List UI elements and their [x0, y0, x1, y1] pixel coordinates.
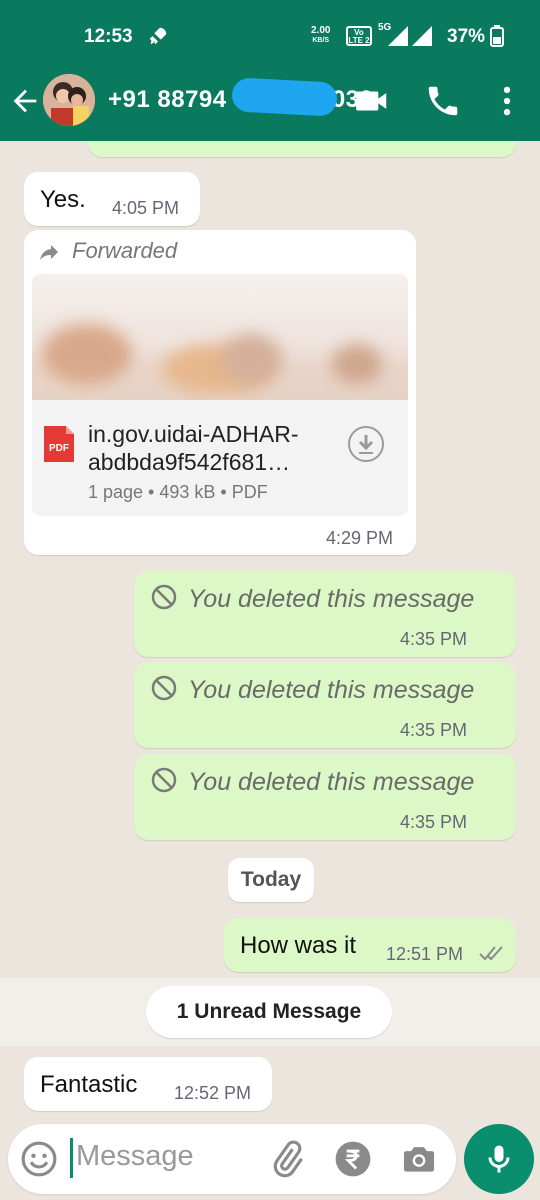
- deleted-message: You deleted this message: [150, 583, 474, 614]
- message-time: 4:35 PM: [400, 720, 468, 740]
- unread-divider: 1 Unread Message: [146, 986, 392, 1038]
- chat-area[interactable]: Yes. 4:05 PM Forwarded PDF in.gov.uidai-…: [0, 141, 540, 1126]
- rocket-icon: [149, 27, 167, 45]
- contact-name-visible: +91 8879: [108, 86, 213, 113]
- avatar-image: [43, 74, 95, 126]
- read-receipt-icon: [479, 946, 503, 961]
- forwarded-label: Forwarded: [72, 238, 178, 263]
- message-time: 4:29 PM: [326, 528, 394, 548]
- pdf-file-icon: PDF: [44, 426, 74, 462]
- deleted-message: You deleted this message: [150, 766, 474, 797]
- pdf-badge-text: PDF: [49, 443, 69, 454]
- network-speed: 2.00 KB/S: [311, 26, 330, 46]
- message-composer[interactable]: Message: [8, 1124, 456, 1194]
- message-bubble-incoming[interactable]: Fantastic 12:52 PM: [24, 1057, 272, 1111]
- deleted-icon: [151, 675, 177, 701]
- redaction-mark: [231, 77, 338, 117]
- message-time: 12:51 PM: [386, 944, 464, 964]
- emoji-icon[interactable]: [20, 1140, 58, 1178]
- deleted-message-text: You deleted this message: [188, 585, 475, 613]
- back-arrow-icon[interactable]: [8, 84, 42, 118]
- contact-avatar[interactable]: [43, 74, 95, 126]
- message-text: Yes.: [40, 186, 86, 213]
- speed-value: 2.00: [311, 25, 331, 36]
- signal-icon: [388, 26, 432, 46]
- chat-header: +91 88794 030: [0, 74, 540, 141]
- document-message-bubble[interactable]: Forwarded PDF in.gov.uidai-ADHAR- abdbda…: [24, 230, 416, 555]
- deleted-message-bubble[interactable]: You deleted this message 4:35 PM: [134, 662, 516, 748]
- document-name: in.gov.uidai-ADHAR- abdbda9f542f681…: [88, 420, 298, 476]
- message-time: 4:35 PM: [400, 629, 468, 649]
- status-time: 12:53: [84, 26, 133, 47]
- message-time: 4:05 PM: [112, 198, 180, 218]
- voice-message-button[interactable]: [464, 1124, 534, 1194]
- status-bar: 12:53 2.00 KB/S Vo LTE 2 5G 37%: [0, 0, 540, 74]
- message-text: How was it: [240, 932, 357, 959]
- deleted-message-text: You deleted this message: [188, 676, 475, 704]
- deleted-icon: [151, 584, 177, 610]
- battery-icon: [490, 25, 504, 47]
- microphone-icon: [488, 1145, 510, 1173]
- message-time: 4:35 PM: [400, 812, 468, 832]
- camera-icon[interactable]: [400, 1140, 438, 1178]
- message-bubble-incoming[interactable]: Yes. 4:05 PM: [24, 172, 200, 226]
- rupee-payment-icon[interactable]: [334, 1140, 372, 1178]
- contact-name-tail: 4: [212, 86, 227, 113]
- deleted-message: You deleted this message: [150, 674, 474, 705]
- speed-unit: KB/S: [312, 37, 330, 44]
- deleted-icon: [151, 767, 177, 793]
- deleted-message-bubble[interactable]: You deleted this message 4:35 PM: [134, 754, 516, 840]
- top-bar: 12:53 2.00 KB/S Vo LTE 2 5G 37% +91 8879…: [0, 0, 540, 141]
- document-name-line2: abdbda9f542f681…: [88, 449, 291, 475]
- more-options-icon[interactable]: [488, 82, 526, 120]
- message-bubble-outgoing[interactable]: How was it 12:51 PM: [224, 918, 516, 972]
- document-info[interactable]: PDF in.gov.uidai-ADHAR- abdbda9f542f681……: [32, 400, 408, 516]
- voice-call-icon[interactable]: [424, 82, 462, 120]
- document-meta: 1 page • 493 kB • PDF: [88, 482, 268, 502]
- video-call-icon[interactable]: [353, 82, 391, 120]
- battery-percent: 37%: [447, 26, 486, 47]
- download-icon[interactable]: [346, 424, 386, 464]
- message-input[interactable]: Message: [76, 1140, 194, 1173]
- deleted-message-bubble[interactable]: You deleted this message 4:35 PM: [134, 571, 516, 657]
- attachment-icon[interactable]: [268, 1140, 306, 1178]
- message-text: Fantastic: [40, 1071, 138, 1098]
- text-caret: [70, 1138, 73, 1178]
- date-divider: Today: [228, 858, 314, 902]
- forward-icon: [40, 245, 58, 260]
- message-bubble-outgoing-partial[interactable]: [88, 141, 516, 157]
- message-time: 12:52 PM: [174, 1083, 252, 1103]
- document-preview-thumbnail[interactable]: [32, 274, 408, 400]
- volte-badge: Vo LTE 2: [346, 26, 372, 46]
- document-name-line1: in.gov.uidai-ADHAR-: [88, 421, 299, 447]
- deleted-message-text: You deleted this message: [188, 768, 475, 796]
